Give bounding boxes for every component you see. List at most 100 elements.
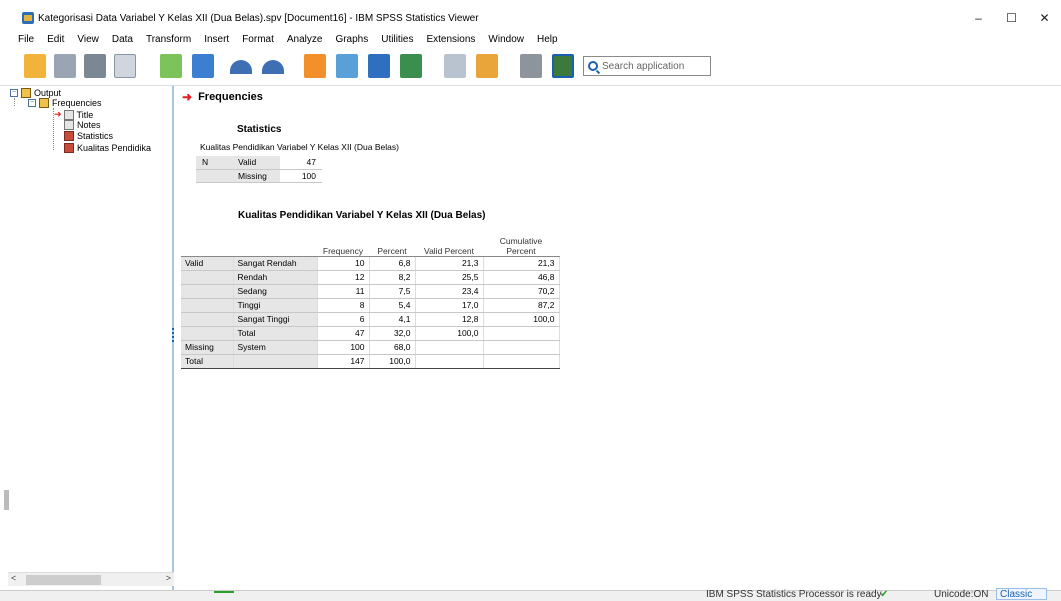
pct-cell: 8,2 xyxy=(369,270,416,285)
statistics-title[interactable]: Statistics xyxy=(237,124,281,135)
outline-pane[interactable]: − Output − Frequencies ➜ Title Notes Sta… xyxy=(8,86,174,590)
table-row: Sedang 11 7,5 23,4 70,2 xyxy=(181,284,560,299)
cum-cell: 70,2 xyxy=(483,284,560,299)
goto-case-icon[interactable] xyxy=(336,54,358,78)
tree-node-statistics[interactable]: Statistics xyxy=(64,131,113,141)
add-icon[interactable] xyxy=(552,54,574,78)
menu-transform[interactable]: Transform xyxy=(146,34,191,45)
menu-view[interactable]: View xyxy=(77,34,99,45)
outline-horizontal-scrollbar[interactable]: < > xyxy=(8,572,174,586)
search-icon xyxy=(588,61,598,71)
header-cum-line1: Cumulative xyxy=(499,235,543,246)
table-icon xyxy=(64,131,74,141)
label-cell: Sangat Tinggi xyxy=(233,312,318,327)
cum-cell xyxy=(483,326,560,341)
valid-cell: 23,4 xyxy=(415,284,484,299)
menu-edit[interactable]: Edit xyxy=(47,34,64,45)
frequencies-book-icon xyxy=(39,98,49,108)
tree-node-notes[interactable]: Notes xyxy=(64,120,101,130)
export-icon[interactable] xyxy=(160,54,182,78)
scrollbar-thumb[interactable] xyxy=(26,575,101,585)
create-title-icon[interactable] xyxy=(444,54,466,78)
label-cell: Sedang xyxy=(233,284,318,299)
status-bar: IBM SPSS Statistics Processor is ready ✔… xyxy=(0,588,1061,601)
menu-analyze[interactable]: Analyze xyxy=(287,34,323,45)
stats-group-cell: N xyxy=(196,156,232,170)
label-cell: System xyxy=(233,340,318,355)
print-preview-icon[interactable] xyxy=(114,54,136,78)
frequency-table-title[interactable]: Kualitas Pendidikan Variabel Y Kelas XII… xyxy=(238,210,486,221)
table-row: Missing 100 xyxy=(196,169,322,183)
valid-cell: 12,8 xyxy=(415,312,484,327)
search-input[interactable]: Search application xyxy=(583,56,711,76)
tree-node-output[interactable]: − Output xyxy=(10,88,61,98)
current-item-arrow-icon: ➜ xyxy=(54,109,62,119)
insert-output-icon[interactable] xyxy=(476,54,498,78)
freq-cell: 8 xyxy=(317,298,370,313)
menu-bar: File Edit View Data Transform Insert For… xyxy=(0,30,1061,48)
stats-label-cell: Missing xyxy=(232,169,280,183)
tree-label-title: Title xyxy=(76,109,94,120)
status-indicator xyxy=(214,591,234,593)
menu-utilities[interactable]: Utilities xyxy=(381,34,413,45)
pane-splitter[interactable] xyxy=(172,328,175,342)
search-placeholder: Search application xyxy=(602,60,685,72)
label-cell: Total xyxy=(233,326,318,341)
menu-help[interactable]: Help xyxy=(537,34,558,45)
collapse-icon[interactable]: − xyxy=(28,99,36,107)
scroll-right-icon[interactable]: > xyxy=(166,573,171,583)
group-cell: Missing xyxy=(181,340,234,355)
recall-dialog-icon[interactable] xyxy=(192,54,214,78)
collapse-icon[interactable]: − xyxy=(10,89,18,97)
goto-data-icon[interactable] xyxy=(304,54,326,78)
statistics-table[interactable]: N Valid 47 Missing 100 xyxy=(196,156,322,183)
table-row: Rendah 12 8,2 25,5 46,8 xyxy=(181,270,560,285)
window-title: Kategorisasi Data Variabel Y Kelas XII (… xyxy=(38,12,479,24)
empty-header xyxy=(233,228,317,257)
table-row: Missing System 100 68,0 xyxy=(181,340,560,355)
label-cell: Rendah xyxy=(233,270,318,285)
variables-icon[interactable] xyxy=(400,54,422,78)
frequency-table[interactable]: Frequency Percent Valid Percent Cumulati… xyxy=(181,228,560,369)
table-icon xyxy=(64,143,74,153)
menu-graphs[interactable]: Graphs xyxy=(335,34,368,45)
group-cell: Valid xyxy=(181,256,234,271)
group-cell xyxy=(181,312,234,327)
valid-cell xyxy=(415,354,484,369)
tree-label-notes: Notes xyxy=(77,120,101,130)
cum-cell xyxy=(483,340,560,355)
menu-data[interactable]: Data xyxy=(112,34,133,45)
frequencies-heading[interactable]: ➜ Frequencies xyxy=(182,90,263,104)
close-button[interactable]: ✕ xyxy=(1028,6,1061,30)
maximize-button[interactable]: ☐ xyxy=(995,6,1028,30)
scroll-left-icon[interactable]: < xyxy=(11,573,16,583)
freq-cell: 6 xyxy=(317,312,370,327)
tree-label-statistics: Statistics xyxy=(77,131,114,141)
output-book-icon xyxy=(21,88,31,98)
redo-icon[interactable] xyxy=(262,60,284,74)
tree-node-title[interactable]: ➜ Title xyxy=(54,109,93,120)
pct-cell: 7,5 xyxy=(369,284,416,299)
output-content-pane[interactable]: ➜ Frequencies Statistics Kualitas Pendid… xyxy=(176,86,1061,590)
minimize-button[interactable]: – xyxy=(962,6,995,30)
cum-cell: 46,8 xyxy=(483,270,560,285)
open-folder-icon[interactable] xyxy=(24,54,46,78)
menu-format[interactable]: Format xyxy=(242,34,274,45)
menu-file[interactable]: File xyxy=(18,34,34,45)
undo-icon[interactable] xyxy=(230,60,252,74)
tree-label-frequencies: Frequencies xyxy=(52,98,102,108)
designate-window-icon[interactable] xyxy=(520,54,542,78)
tree-node-kualitas[interactable]: Kualitas Pendidika xyxy=(64,143,151,153)
menu-window[interactable]: Window xyxy=(488,34,524,45)
menu-extensions[interactable]: Extensions xyxy=(426,34,475,45)
goto-variable-icon[interactable] xyxy=(368,54,390,78)
menu-insert[interactable]: Insert xyxy=(204,34,229,45)
group-cell xyxy=(181,326,234,341)
print-icon[interactable] xyxy=(84,54,106,78)
valid-cell: 25,5 xyxy=(415,270,484,285)
tree-connector xyxy=(14,98,15,106)
save-icon[interactable] xyxy=(54,54,76,78)
classic-mode-button[interactable]: Classic xyxy=(996,588,1048,600)
table-row: Total 147 100,0 xyxy=(181,354,560,369)
tree-node-frequencies[interactable]: − Frequencies xyxy=(28,98,102,108)
